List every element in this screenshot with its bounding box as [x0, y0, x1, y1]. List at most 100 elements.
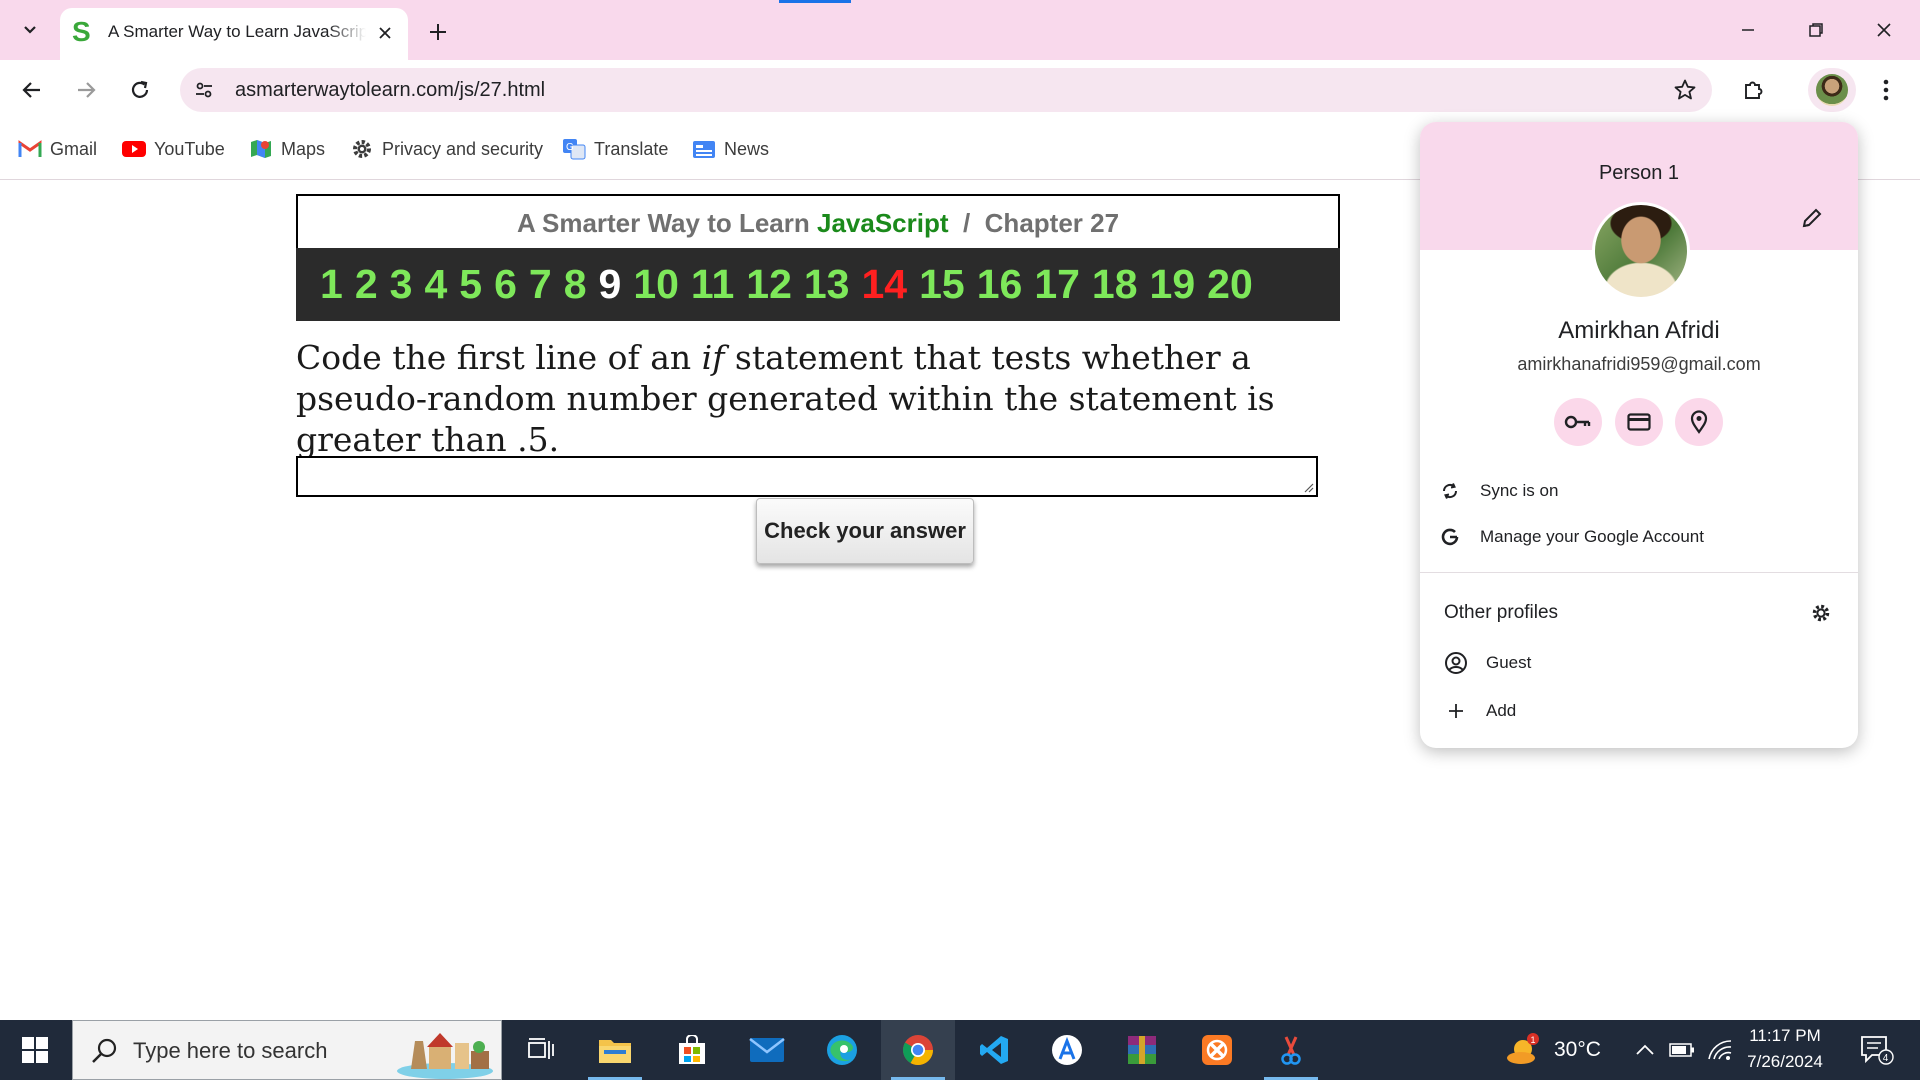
sync-row[interactable]: Sync is on — [1420, 471, 1858, 511]
reload-button[interactable] — [120, 70, 160, 110]
header-javascript-link[interactable]: JavaScript — [817, 208, 949, 238]
more-vert-icon — [1883, 79, 1889, 101]
passwords-button[interactable] — [1554, 398, 1602, 446]
microsoft-store-button[interactable] — [655, 1020, 729, 1080]
profile-menu: Person 1 Amirkhan Afridi amirkhanafridi9… — [1420, 122, 1858, 748]
maps-icon — [249, 138, 273, 160]
tab-active[interactable]: S A Smarter Way to Learn JavaScript — [60, 8, 408, 60]
task-view-button[interactable] — [504, 1020, 578, 1080]
bookmark-translate[interactable]: G Translate — [562, 136, 668, 162]
exercise-link[interactable]: 12 — [740, 248, 798, 321]
exercise-link[interactable]: 8 — [558, 248, 593, 321]
bookmark-maps[interactable]: Maps — [249, 136, 325, 162]
exercise-link[interactable]: 3 — [384, 248, 419, 321]
exercise-link[interactable]: 6 — [488, 248, 523, 321]
extensions-button[interactable] — [1733, 70, 1773, 110]
exercise-link[interactable]: 13 — [798, 248, 856, 321]
manage-account-row[interactable]: Manage your Google Account — [1420, 517, 1858, 557]
guest-profile-row[interactable]: Guest — [1420, 643, 1858, 683]
bookmark-star-button[interactable] — [1672, 77, 1698, 103]
app-button-a[interactable] — [1030, 1020, 1104, 1080]
exercise-link[interactable]: 7 — [523, 248, 558, 321]
avatar — [1816, 74, 1848, 106]
mail-icon — [749, 1038, 785, 1062]
file-explorer-button[interactable] — [578, 1020, 652, 1080]
tab-search-button[interactable] — [12, 12, 48, 48]
manage-account-label: Manage your Google Account — [1480, 527, 1704, 546]
clock-date[interactable]: 7/26/2024 — [1744, 1052, 1826, 1072]
weather-sun-cloud-icon: 1 — [1507, 1033, 1539, 1064]
bookmark-privacy-and-security[interactable]: Privacy and security — [350, 136, 543, 162]
addresses-button[interactable] — [1675, 398, 1723, 446]
exercise-link[interactable]: 4 — [418, 248, 453, 321]
exercise-link[interactable]: 5 — [453, 248, 488, 321]
edge-button[interactable] — [805, 1020, 879, 1080]
back-button[interactable] — [12, 70, 52, 110]
exercise-link[interactable]: 2 — [349, 248, 384, 321]
bookmark-news[interactable]: News — [692, 136, 769, 162]
bookmark-gmail[interactable]: Gmail — [18, 136, 97, 162]
exercise-link[interactable]: 16 — [971, 248, 1029, 321]
bookmark-youtube[interactable]: YouTube — [122, 136, 225, 162]
puzzle-icon — [1745, 81, 1763, 99]
payment-methods-button[interactable] — [1615, 398, 1663, 446]
wifi-icon[interactable] — [1706, 1034, 1734, 1066]
weather-widget-icon[interactable]: 1 — [1502, 1033, 1544, 1066]
profile-person-label: Person 1 — [1598, 162, 1680, 184]
new-tab-button[interactable] — [420, 14, 456, 50]
exercise-link[interactable]: 19 — [1144, 248, 1202, 321]
forward-button[interactable] — [66, 70, 106, 110]
exercise-link-highlighted[interactable]: 14 — [855, 248, 913, 321]
arrow-left-icon — [22, 82, 40, 98]
profile-name: Amirkhan Afridi — [1558, 317, 1720, 344]
edit-profile-button[interactable] — [1798, 204, 1826, 232]
account-circle-icon — [1426, 651, 1486, 675]
divider — [1420, 572, 1858, 573]
start-button[interactable] — [0, 1020, 70, 1080]
minimize-button[interactable] — [1714, 0, 1782, 60]
weather-temperature[interactable]: 30°C — [1554, 1038, 1601, 1062]
address-bar[interactable]: asmarterwaytolearn.com/js/27.html — [180, 68, 1712, 112]
notification-center-button[interactable]: 4 — [1856, 1034, 1898, 1066]
restore-button[interactable] — [1782, 0, 1850, 60]
sync-icon — [1420, 482, 1480, 500]
winrar-icon — [1128, 1036, 1156, 1064]
manage-profiles-button[interactable] — [1808, 600, 1834, 626]
battery-icon[interactable] — [1668, 1034, 1696, 1066]
chrome-button[interactable] — [881, 1020, 955, 1080]
sync-label: Sync is on — [1480, 481, 1559, 500]
menu-button[interactable] — [1866, 70, 1906, 110]
xampp-button[interactable] — [1180, 1020, 1254, 1080]
exercise-link[interactable]: 15 — [913, 248, 971, 321]
answer-textarea[interactable] — [296, 456, 1318, 497]
show-hidden-icons-button[interactable] — [1632, 1034, 1658, 1066]
resize-grip-icon[interactable] — [1302, 481, 1314, 493]
site-favicon-icon: S — [72, 16, 91, 47]
add-profile-label: Add — [1486, 701, 1517, 720]
exercise-link[interactable]: 1 — [314, 248, 349, 321]
vscode-button[interactable] — [957, 1020, 1031, 1080]
translate-icon: G — [562, 138, 586, 160]
add-profile-row[interactable]: Add — [1420, 691, 1858, 731]
profile-button[interactable] — [1808, 68, 1856, 112]
exercise-link[interactable]: 17 — [1028, 248, 1086, 321]
exercise-link[interactable]: 10 — [627, 248, 685, 321]
site-info-button[interactable] — [188, 74, 220, 106]
close-window-button[interactable] — [1850, 0, 1918, 60]
mail-button[interactable] — [730, 1020, 804, 1080]
check-answer-button[interactable]: Check your answer — [756, 498, 974, 564]
snipping-tool-button[interactable] — [1254, 1020, 1328, 1080]
bookmark-label: Translate — [594, 138, 669, 159]
exercise-link[interactable]: 18 — [1086, 248, 1144, 321]
taskbar-search-box[interactable]: Type here to search — [72, 1020, 502, 1080]
clock-time[interactable]: 11:17 PM — [1748, 1026, 1822, 1046]
tab-close-button[interactable] — [374, 22, 396, 44]
plus-icon — [1426, 703, 1486, 719]
exercise-link[interactable]: 11 — [685, 248, 740, 321]
tab-title: A Smarter Way to Learn JavaScript — [108, 22, 366, 41]
winrar-button[interactable] — [1105, 1020, 1179, 1080]
youtube-icon — [122, 138, 146, 160]
question-text: Code the first line of an if statement t… — [296, 337, 1376, 460]
exercise-link-current[interactable]: 9 — [593, 248, 628, 321]
exercise-link[interactable]: 20 — [1201, 248, 1259, 321]
